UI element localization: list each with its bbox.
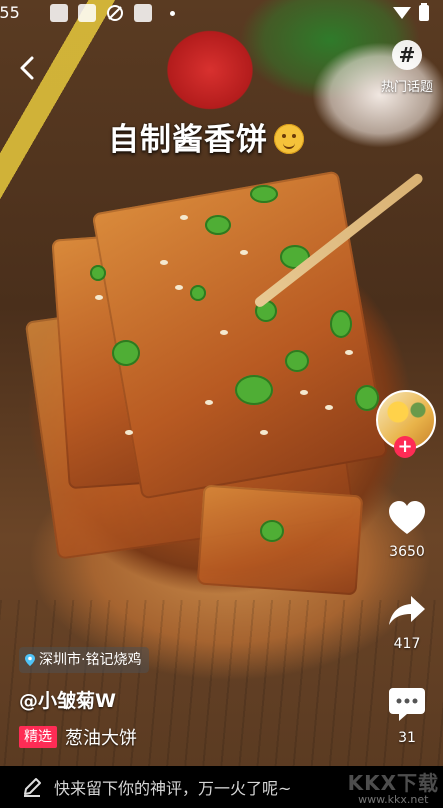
scallion-garnish (190, 285, 206, 301)
sesame-seed (260, 430, 268, 435)
hashtag-icon: # (392, 40, 422, 70)
follow-button[interactable]: + (394, 436, 416, 458)
video-title-text: 自制酱香饼 (108, 122, 268, 158)
sesame-seed (345, 350, 353, 355)
status-bar: :55 (0, 0, 443, 28)
scallion-garnish (285, 350, 309, 372)
share-count: 417 (393, 636, 421, 652)
scallion-garnish (330, 310, 352, 338)
notification-icon (78, 4, 96, 22)
like-button[interactable]: 3650 (376, 500, 438, 560)
comment-bubble-icon (389, 688, 425, 721)
watermark-brand: KKX下载 (347, 771, 439, 795)
notification-icon (50, 4, 68, 22)
watermark-url: www.kkx.net (358, 793, 429, 806)
heart-icon (389, 501, 425, 534)
status-time: :55 (0, 3, 20, 22)
comment-button[interactable]: 31 (376, 686, 438, 746)
status-dot (170, 11, 175, 16)
comment-placeholder[interactable]: 快来留下你的神评，万一火了呢~ (54, 775, 291, 799)
scallion-garnish (235, 375, 273, 405)
sesame-seed (300, 390, 308, 395)
author-name[interactable]: @小皱菊W (19, 686, 116, 713)
location-pin-icon (25, 654, 35, 666)
hot-topic-label: 热门话题 (380, 80, 433, 95)
pancake-slice (196, 484, 364, 596)
author-avatar-group[interactable]: + (376, 390, 436, 462)
back-button[interactable] (14, 54, 40, 82)
sesame-seed (175, 285, 183, 290)
scallion-garnish (112, 340, 140, 366)
notification-icon (134, 4, 152, 22)
pencil-icon (24, 778, 41, 797)
sesame-seed (325, 405, 333, 410)
mute-icon (106, 4, 124, 22)
scallion-garnish (90, 265, 106, 281)
wifi-icon (391, 3, 437, 23)
sesame-seed (125, 430, 133, 435)
like-count: 3650 (389, 544, 425, 560)
featured-badge: 精选 (19, 726, 57, 748)
comment-count: 31 (398, 730, 416, 746)
sesame-seed (180, 215, 188, 220)
video-title: 自制酱香饼 (108, 114, 304, 159)
chevron-left-icon (20, 56, 34, 80)
scallion-garnish (205, 215, 231, 235)
location-text: 深圳市·铭记烧鸡 (39, 652, 142, 668)
sesame-seed (95, 295, 103, 300)
watermark: KKX下载 www.kkx.net (348, 772, 439, 806)
scallion-garnish (250, 185, 278, 203)
hot-topic-button[interactable]: # 热门话题 (374, 40, 440, 95)
location-tag[interactable]: 深圳市·铭记烧鸡 (19, 647, 150, 673)
share-arrow-icon (389, 596, 425, 625)
description-row: 精选 葱油大饼 (19, 724, 137, 750)
sesame-seed (160, 260, 168, 265)
sesame-seed (205, 400, 213, 405)
scallion-garnish (260, 520, 284, 542)
comment-input-bar[interactable]: 快来留下你的神评，万一火了呢~ KKX下载 www.kkx.net (0, 766, 443, 808)
sesame-seed (220, 330, 228, 335)
smile-emoji-icon (274, 124, 304, 154)
video-description[interactable]: 葱油大饼 (65, 724, 137, 750)
share-button[interactable]: 417 (376, 594, 438, 652)
sesame-seed (240, 250, 248, 255)
